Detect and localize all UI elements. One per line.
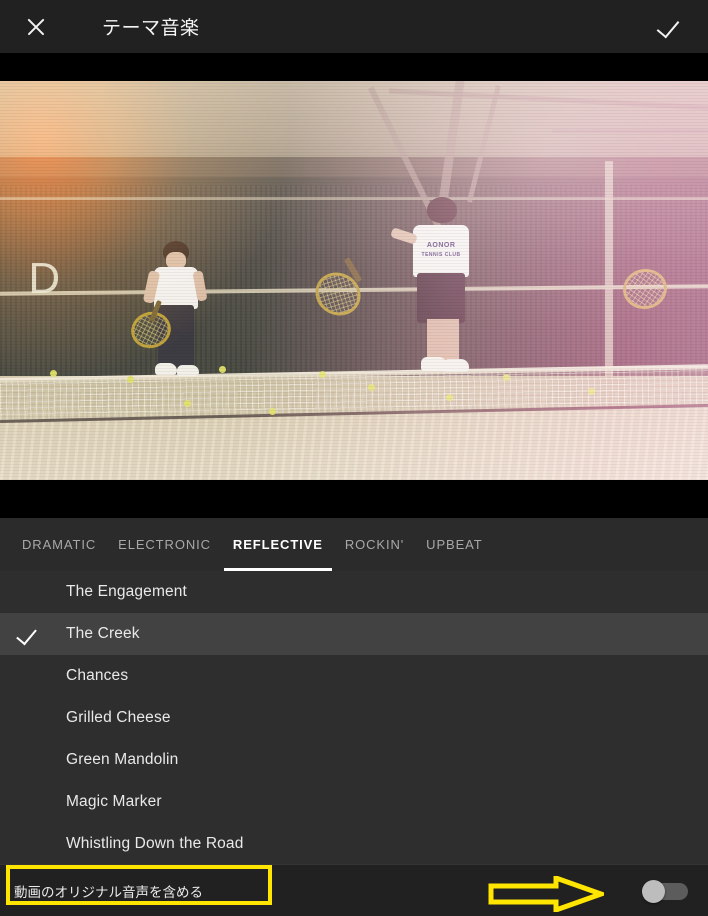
tab-rockin[interactable]: ROCKIN' (334, 518, 415, 571)
player-right-head (427, 196, 458, 223)
player-right-leg-2 (443, 318, 460, 361)
scene-player-right: AONOR TENNIS CLUB (390, 196, 485, 387)
player-left-shoe (155, 362, 178, 375)
track-name: The Creek (66, 625, 140, 642)
track-row-the-creek[interactable]: The Creek (0, 613, 708, 655)
tab-dramatic[interactable]: DRAMATIC (22, 518, 107, 571)
track-name: Chances (66, 667, 129, 684)
scene-net-post (605, 160, 614, 381)
player-right-shirt-logo-line2: TENNIS CLUB (421, 251, 461, 258)
track-row-green-mandolin[interactable]: Green Mandolin (0, 739, 708, 781)
scene-rail-upper (0, 196, 708, 200)
track-name: Grilled Cheese (66, 709, 171, 726)
video-preview-stage[interactable]: D AONOR TENNIS CLUB (0, 53, 708, 518)
bottom-bar: 動画のオリジナル音声を含める (0, 864, 708, 916)
tab-label: DRAMATIC (22, 537, 97, 552)
tab-upbeat[interactable]: UPBEAT (415, 518, 493, 571)
theme-music-screen: テーマ音楽 D AONOR TENNIS CLUB DRAMATIC ELECT… (0, 0, 708, 916)
original-audio-row[interactable]: 動画のオリジナル音声を含める (6, 864, 272, 905)
genre-tab-bar: DRAMATIC ELECTRONIC REFLECTIVE ROCKIN' U… (0, 518, 708, 571)
toggle-knob (642, 879, 665, 903)
track-row-the-engagement[interactable]: The Engagement (0, 571, 708, 613)
tab-reflective[interactable]: REFLECTIVE (222, 518, 334, 571)
close-icon[interactable] (22, 13, 50, 41)
track-name: Green Mandolin (66, 751, 179, 768)
track-check-slot (0, 739, 66, 781)
tennis-ball (49, 370, 57, 378)
track-name: Whistling Down the Road (66, 835, 244, 852)
original-audio-toggle[interactable] (642, 879, 688, 903)
tab-label: UPBEAT (426, 537, 483, 552)
track-list: The Engagement The Creek Chances Grilled… (0, 571, 708, 864)
check-icon[interactable] (656, 12, 686, 42)
selected-check-icon (0, 613, 66, 655)
tab-label: ELECTRONIC (118, 537, 211, 552)
video-frame: D AONOR TENNIS CLUB (0, 81, 708, 480)
player-right-shorts (417, 272, 466, 323)
scene-truss-horizontal-right (552, 128, 708, 133)
track-check-slot (0, 697, 66, 739)
tennis-ball (502, 374, 510, 382)
app-header: テーマ音楽 (0, 0, 708, 53)
player-right-shirt-logo-line1: AONOR (426, 241, 456, 249)
scene-wall-letter: D (28, 253, 61, 303)
track-check-slot (0, 823, 66, 864)
track-name: The Engagement (66, 583, 188, 600)
tennis-ball (587, 388, 595, 396)
track-row-grilled-cheese[interactable]: Grilled Cheese (0, 697, 708, 739)
player-left-shoe-2 (177, 364, 200, 376)
track-check-slot (0, 781, 66, 823)
page-title: テーマ音楽 (102, 18, 200, 39)
tab-electronic[interactable]: ELECTRONIC (107, 518, 222, 571)
track-row-chances[interactable]: Chances (0, 655, 708, 697)
tab-label: ROCKIN' (344, 537, 405, 552)
track-row-whistling-down-the-road[interactable]: Whistling Down the Road (0, 823, 708, 864)
player-right-shirt: AONOR TENNIS CLUB (413, 224, 470, 277)
tab-label: REFLECTIVE (232, 537, 323, 552)
track-name: Magic Marker (66, 793, 162, 810)
track-row-magic-marker[interactable]: Magic Marker (0, 781, 708, 823)
track-check-slot (0, 655, 66, 697)
player-right-shoe-2 (443, 358, 470, 372)
track-check-slot (0, 571, 66, 613)
original-audio-label: 動画のオリジナル音声を含める (14, 884, 203, 900)
